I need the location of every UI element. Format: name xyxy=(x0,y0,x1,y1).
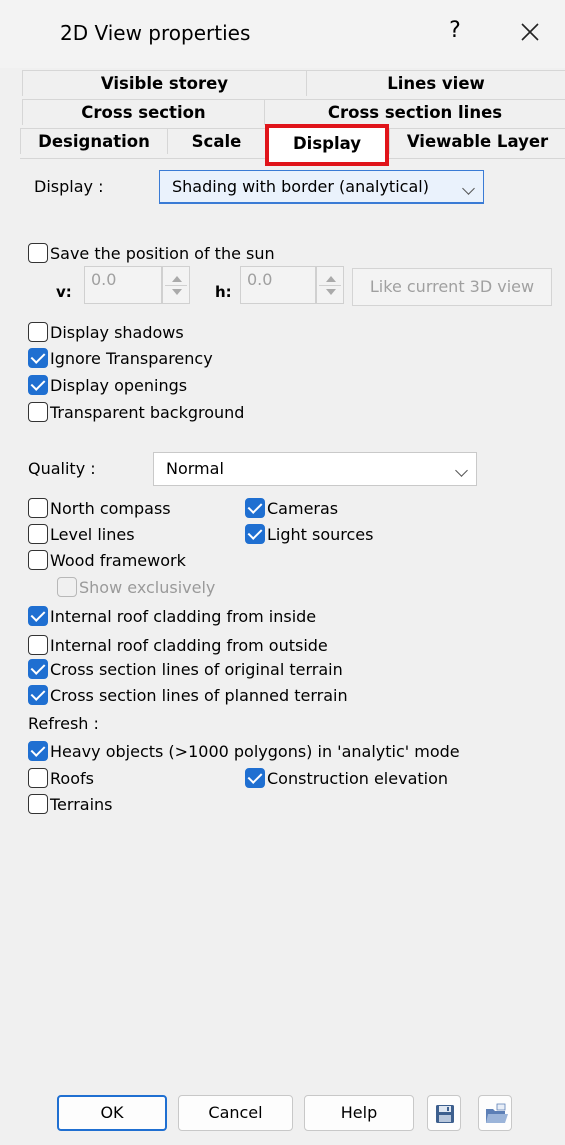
display-shadows-row[interactable]: Display shadows xyxy=(28,321,184,343)
level-lines-label: Level lines xyxy=(50,524,135,544)
open-folder-icon xyxy=(486,1103,508,1123)
tab-visible-storey[interactable]: Visible storey xyxy=(22,70,306,96)
h-input[interactable]: 0.0 xyxy=(240,266,316,304)
north-compass-label: North compass xyxy=(50,498,171,518)
v-label: v: xyxy=(56,283,72,301)
terrain-planned-label: Cross section lines of planned terrain xyxy=(50,685,348,705)
north-compass-row[interactable]: North compass xyxy=(28,497,171,519)
chevron-down-icon xyxy=(455,464,468,477)
save-sun-position-checkbox[interactable] xyxy=(28,243,48,263)
light-sources-label: Light sources xyxy=(267,524,374,544)
title-bar: 2D View properties ? xyxy=(0,0,565,68)
terrain-planned-row[interactable]: Cross section lines of planned terrain xyxy=(28,684,348,706)
tab-row-2: Cross section Cross section lines xyxy=(22,99,565,125)
tab-row-3: Designation Scale Display Viewable Layer xyxy=(20,124,565,166)
help-icon[interactable]: ? xyxy=(440,18,470,43)
heavy-objects-checkbox[interactable] xyxy=(28,741,48,761)
terrain-planned-checkbox[interactable] xyxy=(28,685,48,705)
chevron-down-icon xyxy=(462,182,475,195)
display-select-value: Shading with border (analytical) xyxy=(172,177,429,196)
tab-designation[interactable]: Designation xyxy=(20,128,167,154)
tab-cross-section-lines[interactable]: Cross section lines xyxy=(264,99,565,125)
display-openings-row[interactable]: Display openings xyxy=(28,374,187,396)
transparent-background-label: Transparent background xyxy=(50,402,245,422)
level-lines-checkbox[interactable] xyxy=(28,524,48,544)
save-sun-position-label: Save the position of the sun xyxy=(50,243,275,263)
refresh-label: Refresh : xyxy=(28,714,99,733)
roof-inside-label: Internal roof cladding from inside xyxy=(50,606,317,626)
roof-outside-checkbox[interactable] xyxy=(28,635,48,655)
save-icon xyxy=(436,1105,454,1123)
tab-scale[interactable]: Scale xyxy=(167,128,265,154)
quality-label: Quality : xyxy=(28,459,96,478)
terrains-row[interactable]: Terrains xyxy=(28,793,113,815)
roofs-row[interactable]: Roofs xyxy=(28,767,94,789)
level-lines-row[interactable]: Level lines xyxy=(28,523,135,545)
help-button[interactable]: Help xyxy=(304,1095,414,1131)
wood-framework-label: Wood framework xyxy=(50,550,186,570)
roofs-checkbox[interactable] xyxy=(28,768,48,788)
tab-cross-section[interactable]: Cross section xyxy=(22,99,264,125)
cancel-button[interactable]: Cancel xyxy=(178,1095,293,1131)
window-title: 2D View properties xyxy=(60,21,251,45)
show-exclusively-checkbox[interactable] xyxy=(57,577,77,597)
tab-lines-view[interactable]: Lines view xyxy=(306,70,565,96)
ignore-transparency-checkbox[interactable] xyxy=(28,348,48,368)
display-shadows-label: Display shadows xyxy=(50,322,184,342)
display-shadows-checkbox[interactable] xyxy=(28,322,48,342)
v-spinner[interactable] xyxy=(162,266,190,304)
terrain-original-row[interactable]: Cross section lines of original terrain xyxy=(28,658,343,680)
ok-button[interactable]: OK xyxy=(57,1095,167,1131)
terrain-original-checkbox[interactable] xyxy=(28,659,48,679)
cameras-label: Cameras xyxy=(267,498,339,518)
light-sources-row[interactable]: Light sources xyxy=(245,523,373,545)
show-exclusively-row[interactable]: Show exclusively xyxy=(57,576,215,598)
save-sun-position-row[interactable]: Save the position of the sun xyxy=(28,242,275,264)
close-icon[interactable] xyxy=(512,12,548,48)
heavy-objects-row[interactable]: Heavy objects (>1000 polygons) in 'analy… xyxy=(28,740,460,762)
wood-framework-row[interactable]: Wood framework xyxy=(28,549,186,571)
heavy-objects-label: Heavy objects (>1000 polygons) in 'analy… xyxy=(50,741,460,761)
roofs-label: Roofs xyxy=(50,768,94,788)
roof-inside-row[interactable]: Internal roof cladding from inside xyxy=(28,605,316,627)
construction-elevation-row[interactable]: Construction elevation xyxy=(245,767,448,789)
roof-outside-label: Internal roof cladding from outside xyxy=(50,635,328,655)
like-current-3d-view-button[interactable]: Like current 3D view xyxy=(352,268,552,306)
construction-elevation-label: Construction elevation xyxy=(267,768,449,788)
quality-select-value: Normal xyxy=(166,459,224,478)
v-input[interactable]: 0.0 xyxy=(84,266,162,304)
tab-display[interactable]: Display xyxy=(265,124,389,166)
terrains-label: Terrains xyxy=(50,794,113,814)
roof-outside-row[interactable]: Internal roof cladding from outside xyxy=(28,634,328,656)
light-sources-checkbox[interactable] xyxy=(245,524,265,544)
roof-inside-checkbox[interactable] xyxy=(28,606,48,626)
cameras-row[interactable]: Cameras xyxy=(245,497,338,519)
display-label: Display : xyxy=(34,177,104,196)
terrains-checkbox[interactable] xyxy=(28,794,48,814)
tab-viewable-layer[interactable]: Viewable Layer xyxy=(389,128,565,154)
transparent-background-checkbox[interactable] xyxy=(28,402,48,422)
ignore-transparency-label: Ignore Transparency xyxy=(50,348,213,368)
save-button[interactable] xyxy=(427,1095,461,1131)
display-select[interactable]: Shading with border (analytical) xyxy=(159,170,484,204)
display-openings-checkbox[interactable] xyxy=(28,375,48,395)
ignore-transparency-row[interactable]: Ignore Transparency xyxy=(28,347,213,369)
open-button[interactable] xyxy=(478,1095,512,1131)
construction-elevation-checkbox[interactable] xyxy=(245,768,265,788)
cameras-checkbox[interactable] xyxy=(245,498,265,518)
h-label: h: xyxy=(215,283,232,301)
h-spinner[interactable] xyxy=(316,266,344,304)
show-exclusively-label: Show exclusively xyxy=(79,577,216,597)
quality-select[interactable]: Normal xyxy=(153,452,477,486)
transparent-background-row[interactable]: Transparent background xyxy=(28,401,244,423)
north-compass-checkbox[interactable] xyxy=(28,498,48,518)
tab-row-1: Visible storey Lines view xyxy=(22,70,565,96)
terrain-original-label: Cross section lines of original terrain xyxy=(50,659,343,679)
wood-framework-checkbox[interactable] xyxy=(28,550,48,570)
display-openings-label: Display openings xyxy=(50,375,188,395)
